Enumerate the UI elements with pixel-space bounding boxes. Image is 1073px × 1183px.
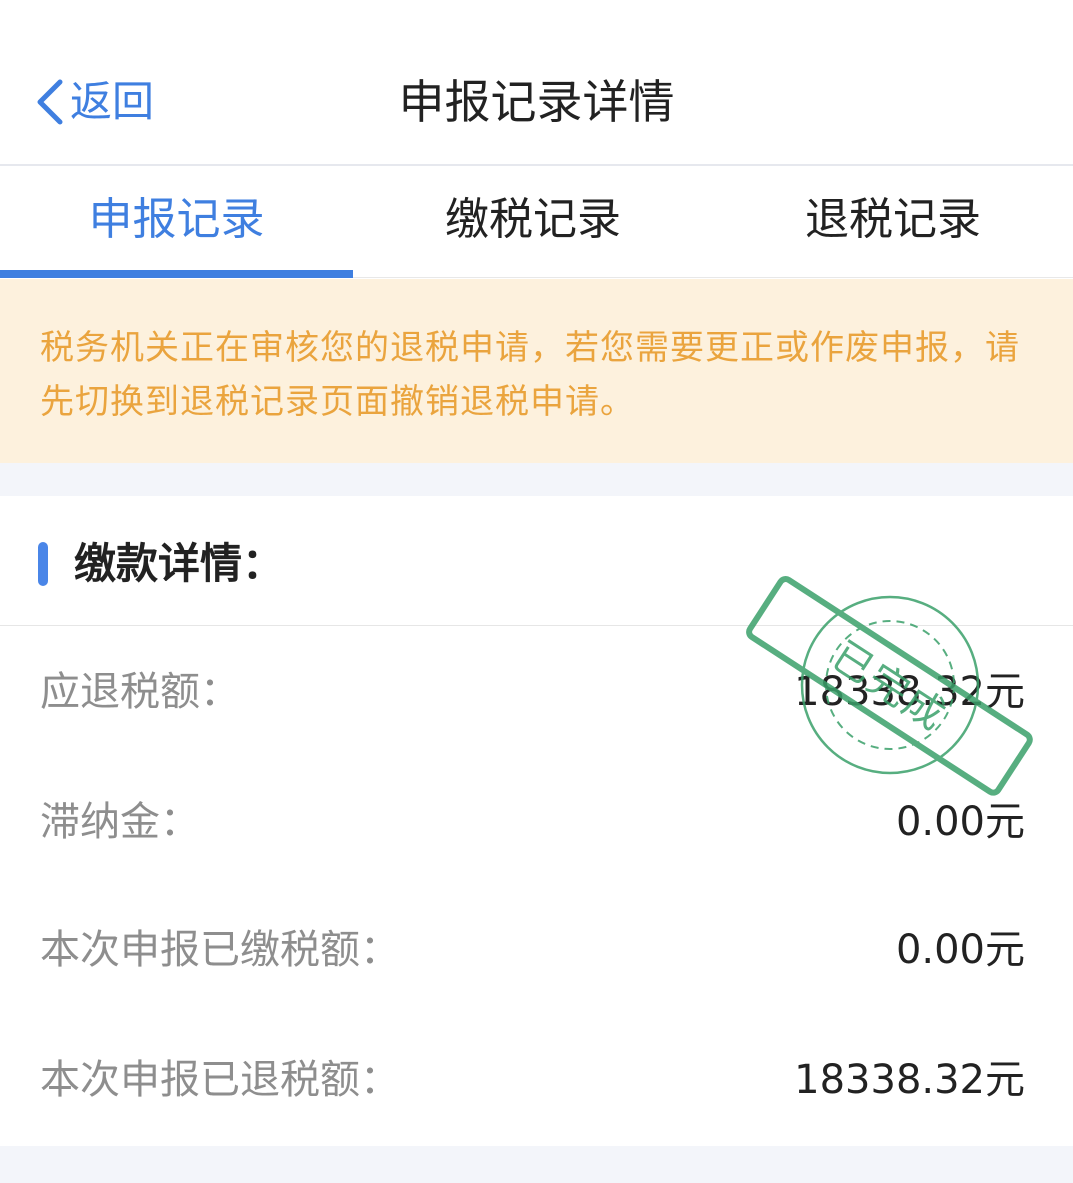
- row-label: 应退税额：: [40, 669, 240, 715]
- tab-bar: 申报记录 缴税记录 退税记录: [0, 168, 1073, 278]
- bottom-divider: [0, 1146, 1073, 1183]
- detail-row-late-fee: 滞纳金： 0.00元: [0, 792, 1073, 852]
- section-divider: [0, 463, 1073, 496]
- page-title: 申报记录详情: [398, 75, 675, 129]
- detail-row-refunded-tax: 本次申报已退税额： 18338.32元: [0, 1050, 1073, 1110]
- notice-text: 税务机关正在审核您的退税申请，若您需要更正或作废申报，请先切换到退税记录页面撤销…: [40, 328, 1020, 422]
- detail-row-paid-tax: 本次申报已缴税额： 0.00元: [0, 920, 1073, 980]
- row-value: 18338.32元: [794, 1057, 1025, 1103]
- row-value: 0.00元: [895, 799, 1025, 845]
- row-value: 18338.32元: [794, 669, 1025, 715]
- nav-bar: 返回 申报记录详情: [0, 0, 1073, 166]
- section-marker: [38, 542, 48, 586]
- tab-payment-records[interactable]: 缴税记录: [353, 168, 713, 277]
- page: 返回 申报记录详情 申报记录 缴税记录 退税记录 税务机关正在审核您的退税申请，…: [0, 0, 1073, 1183]
- section-title: 缴款详情：: [74, 539, 285, 588]
- row-label: 本次申报已缴税额：: [40, 927, 400, 973]
- notice-banner: 税务机关正在审核您的退税申请，若您需要更正或作废申报，请先切换到退税记录页面撤销…: [0, 279, 1073, 463]
- detail-row-refundable-tax: 应退税额： 18338.32元: [0, 662, 1073, 722]
- row-label: 滞纳金：: [40, 799, 200, 845]
- row-label: 本次申报已退税额：: [40, 1057, 400, 1103]
- tab-refund-records[interactable]: 退税记录: [713, 168, 1073, 277]
- row-value: 0.00元: [895, 927, 1025, 973]
- tab-declaration-records[interactable]: 申报记录: [0, 168, 353, 278]
